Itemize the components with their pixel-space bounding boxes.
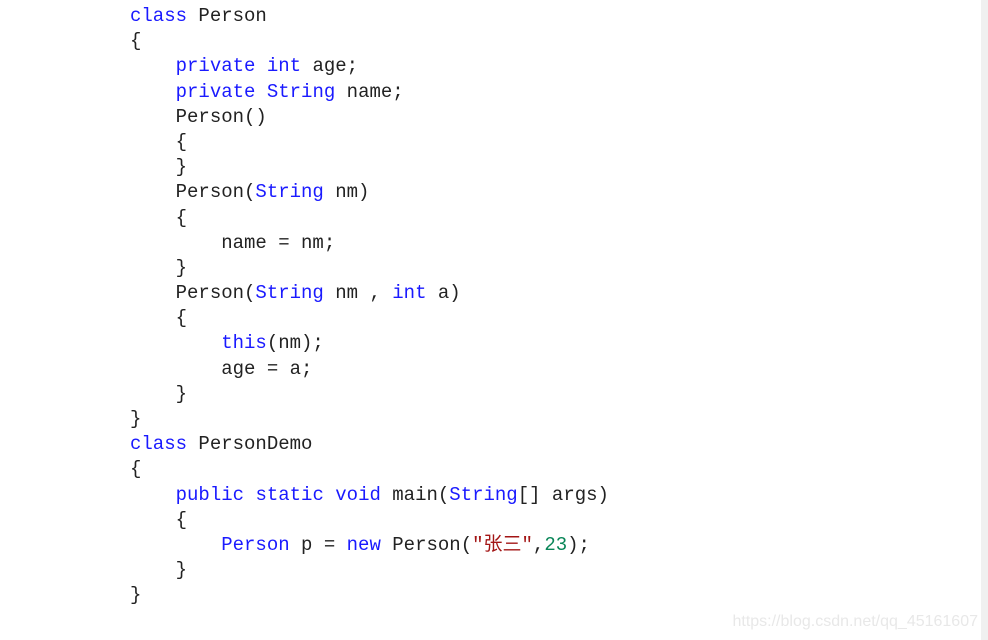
code-line: {: [130, 457, 609, 482]
code-token-pl: name = nm;: [130, 231, 336, 254]
code-line: }: [130, 558, 609, 583]
code-token-pl: }: [130, 382, 188, 405]
code-line: this(nm);: [130, 331, 609, 356]
code-line: name = nm;: [130, 231, 609, 256]
code-token-pl: {: [130, 307, 188, 330]
code-line: }: [130, 583, 609, 608]
code-token-pl: Person(: [130, 282, 256, 305]
code-token-pl: age;: [301, 55, 359, 78]
code-token-kw: class: [130, 5, 188, 27]
code-line: }: [130, 155, 609, 180]
code-token-pl: }: [130, 156, 188, 179]
code-line: }: [130, 407, 609, 432]
code-token-pl: [] args): [517, 483, 609, 506]
code-token-kw: String: [255, 282, 324, 305]
code-token-kw: static: [255, 483, 324, 506]
code-token-pl: PersonDemo: [187, 433, 313, 456]
code-line: {: [130, 206, 609, 231]
code-token-kw: public: [175, 483, 245, 506]
code-token-pl: );: [567, 533, 590, 556]
code-token-kw: String: [255, 181, 324, 204]
code-line: class PersonDemo: [130, 432, 609, 457]
code-token-pl: name;: [335, 80, 404, 103]
code-token-pl: Person(): [130, 105, 267, 128]
code-line: Person(): [130, 105, 609, 130]
code-token-pl: nm): [323, 181, 370, 204]
code-token-pl: (nm);: [266, 332, 324, 355]
code-token-pl: {: [130, 206, 188, 229]
scrollbar[interactable]: [981, 0, 988, 640]
code-token-pl: nm ,: [323, 282, 393, 305]
code-line: class Person: [130, 4, 609, 29]
code-token-pl: }: [130, 408, 142, 430]
code-token-pl: }: [130, 584, 142, 607]
code-token-pl: a): [426, 282, 461, 305]
code-token-pl: }: [130, 559, 188, 582]
code-token-pl: ,: [532, 533, 545, 556]
code-token-kw: int: [266, 55, 302, 78]
code-token-num: 23: [544, 533, 568, 556]
code-token-kw: void: [335, 483, 381, 506]
code-block: class Person{ private int age; private S…: [130, 4, 609, 609]
code-line: }: [130, 382, 609, 407]
code-token-pl: age = a;: [130, 357, 313, 380]
code-line: age = a;: [130, 357, 609, 382]
code-token-kw: int: [392, 282, 427, 305]
code-token-kw: Person: [221, 533, 290, 556]
code-line: public static void main(String[] args): [130, 483, 609, 508]
code-token-kw: new: [346, 533, 381, 556]
code-line: private int age;: [130, 54, 609, 79]
code-token-kw: private: [175, 80, 256, 103]
code-line: {: [130, 306, 609, 331]
code-token-pl: {: [130, 130, 188, 153]
code-token-pl: }: [130, 256, 188, 279]
code-line: {: [130, 130, 609, 155]
code-token-pl: Person: [187, 5, 267, 27]
code-token-kw: this: [221, 332, 267, 355]
code-line: }: [130, 256, 609, 281]
code-line: Person p = new Person("张三",23);: [130, 533, 609, 558]
code-line: {: [130, 29, 609, 54]
code-token-pl: Person(: [380, 533, 473, 556]
code-line: Person(String nm): [130, 180, 609, 205]
code-token-str: "张三": [472, 533, 533, 556]
code-line: Person(String nm , int a): [130, 281, 609, 306]
code-token-pl: {: [130, 30, 142, 53]
code-line: {: [130, 508, 609, 533]
code-token-kw: String: [449, 483, 518, 506]
code-token-kw: private: [175, 55, 256, 78]
code-token-pl: {: [130, 458, 142, 481]
code-line: private String name;: [130, 80, 609, 105]
code-token-pl: main(: [380, 483, 450, 506]
code-token-pl: {: [130, 508, 188, 531]
code-token-kw: class: [130, 433, 188, 456]
code-token-pl: Person(: [130, 181, 256, 204]
watermark: https://blog.csdn.net/qq_45161607: [732, 613, 978, 630]
code-token-pl: p =: [289, 533, 347, 556]
code-token-kw: String: [266, 80, 336, 103]
